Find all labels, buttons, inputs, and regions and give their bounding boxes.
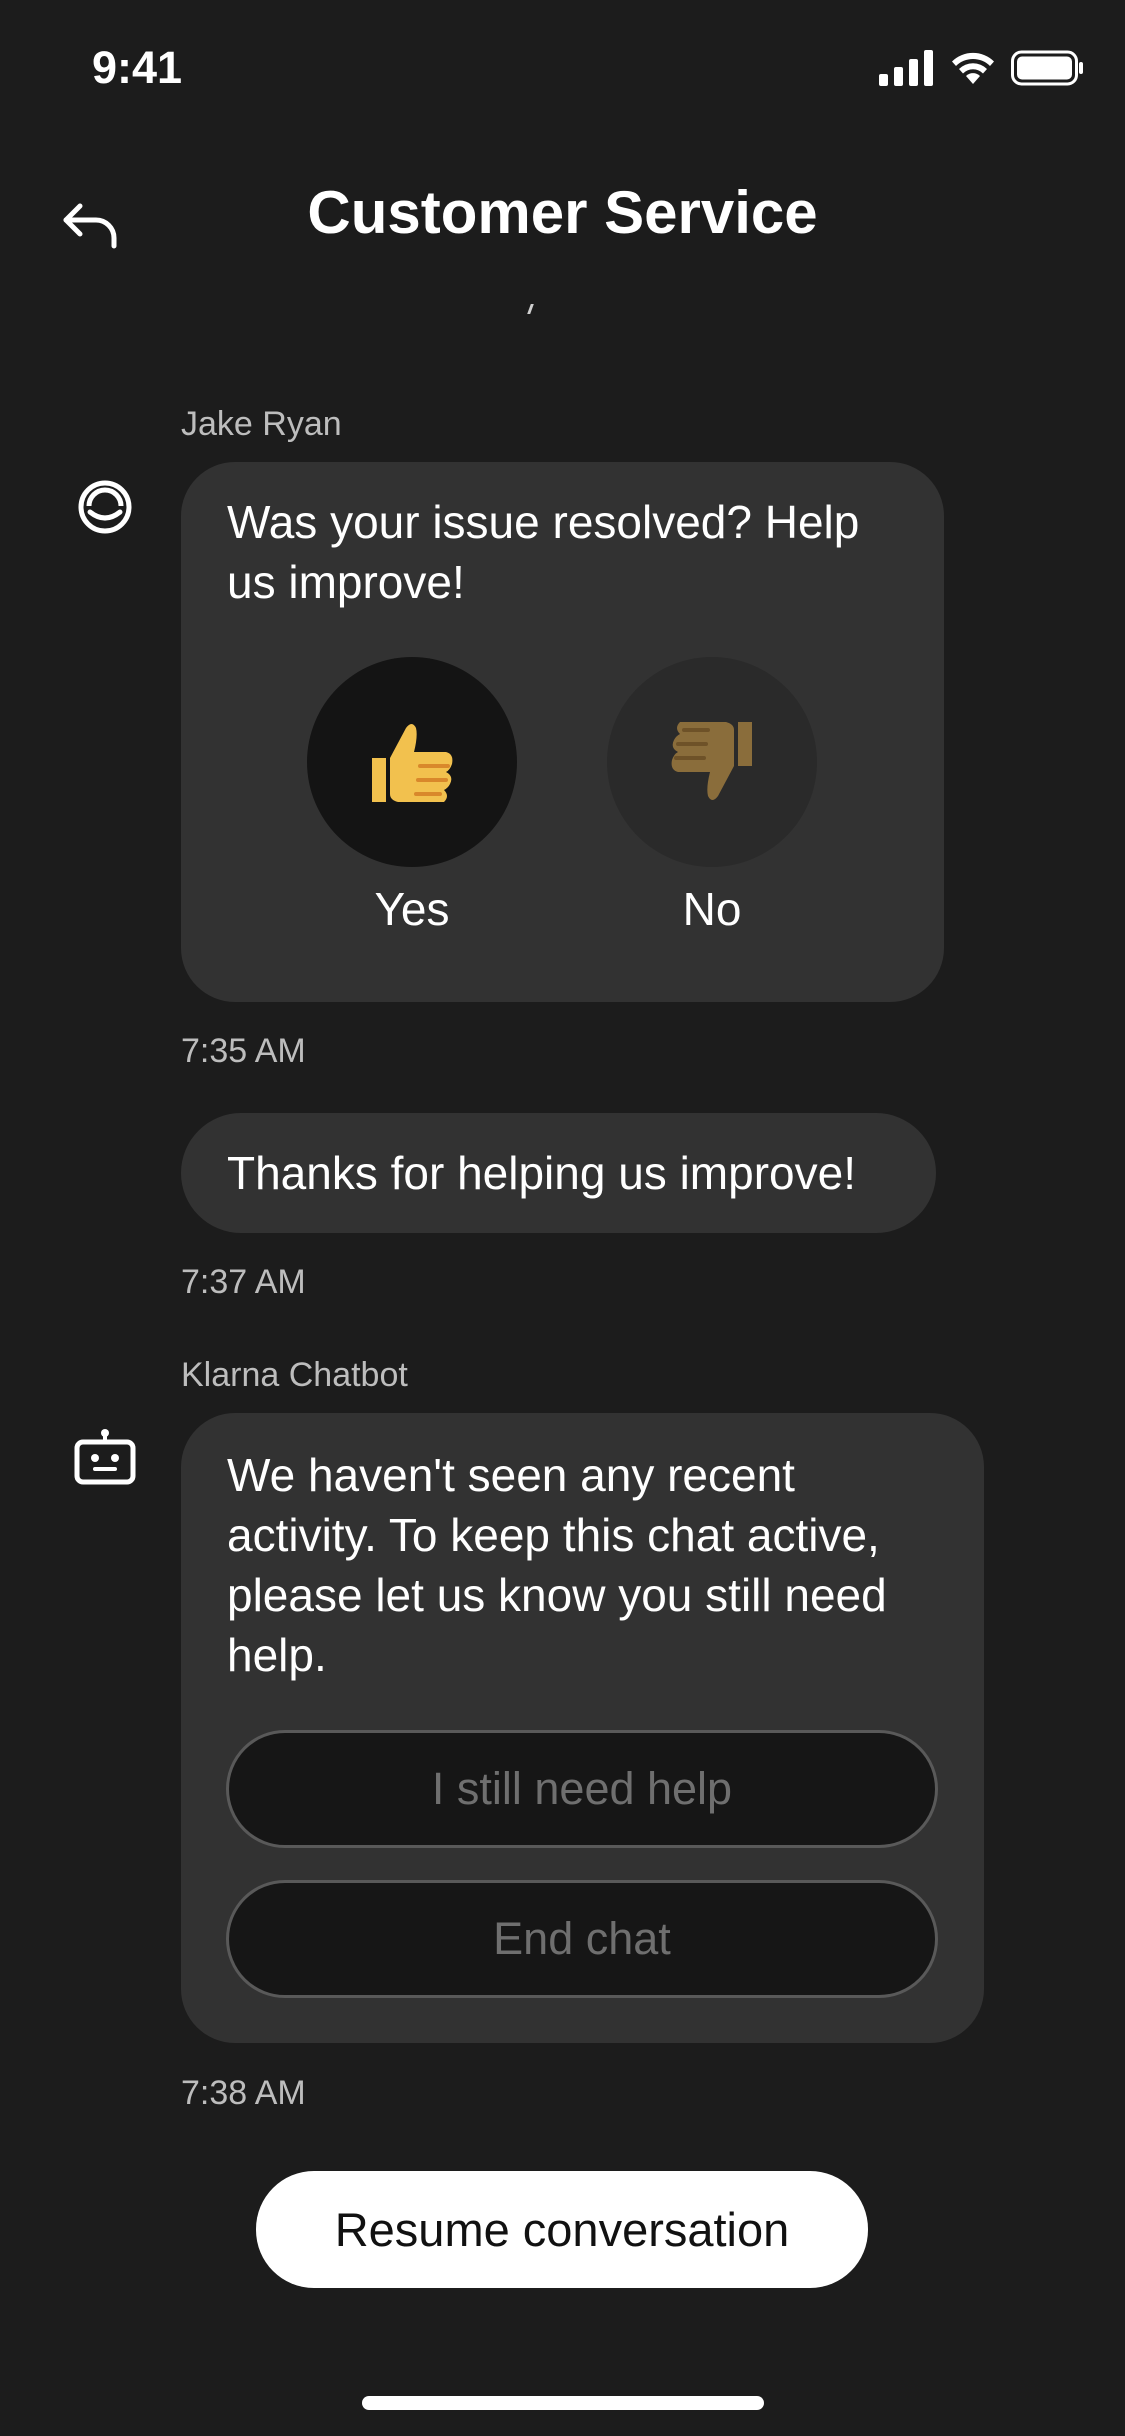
- sender-name: Jake Ryan: [181, 405, 342, 443]
- feedback-message-bubble: Thanks for helping us improve!: [181, 1113, 936, 1233]
- status-bar: 9:41: [0, 0, 1125, 140]
- agent-message-bubble: Was your issue resolved? Help us improve…: [181, 462, 944, 1002]
- vote-no-button[interactable]: [607, 657, 817, 867]
- bot-avatar: [74, 1428, 136, 1486]
- page-title: Customer Service: [307, 179, 818, 246]
- wifi-icon: [952, 52, 994, 84]
- status-time: 9:41: [92, 42, 183, 93]
- agent-headset-icon: [78, 480, 132, 534]
- vote-no-label: No: [682, 883, 742, 935]
- battery-icon: [1011, 50, 1083, 86]
- agent-avatar: [76, 478, 134, 536]
- end-chat-button[interactable]: End chat: [226, 1880, 938, 1998]
- timestamp: 7:38 AM: [181, 2074, 306, 2112]
- feedback-message-text: Thanks for helping us improve!: [227, 1147, 856, 1199]
- timestamp: 7:37 AM: [181, 1263, 306, 1301]
- vote-yes-label: Yes: [374, 883, 450, 935]
- header: Customer Service: [0, 150, 1125, 290]
- thumbs-up-icon: [372, 724, 453, 802]
- timestamp: 7:35 AM: [181, 1032, 306, 1070]
- resume-conversation-button[interactable]: Resume conversation: [256, 2171, 868, 2288]
- agent-message-text: Was your issue resolved? Help us improve…: [227, 496, 860, 608]
- robot-icon: [74, 1429, 136, 1485]
- still-need-help-button[interactable]: I still need help: [226, 1730, 938, 1848]
- home-indicator: [362, 2396, 764, 2410]
- signal-icon: [879, 50, 933, 86]
- vote-yes-button[interactable]: [307, 657, 517, 867]
- scroll-fragment: [522, 304, 534, 314]
- sender-name: Klarna Chatbot: [181, 1356, 408, 1394]
- bot-message-text: We haven't seen any recent activity. To …: [227, 1449, 887, 1681]
- status-icons: [879, 50, 1085, 86]
- thumbs-down-icon: [671, 722, 752, 800]
